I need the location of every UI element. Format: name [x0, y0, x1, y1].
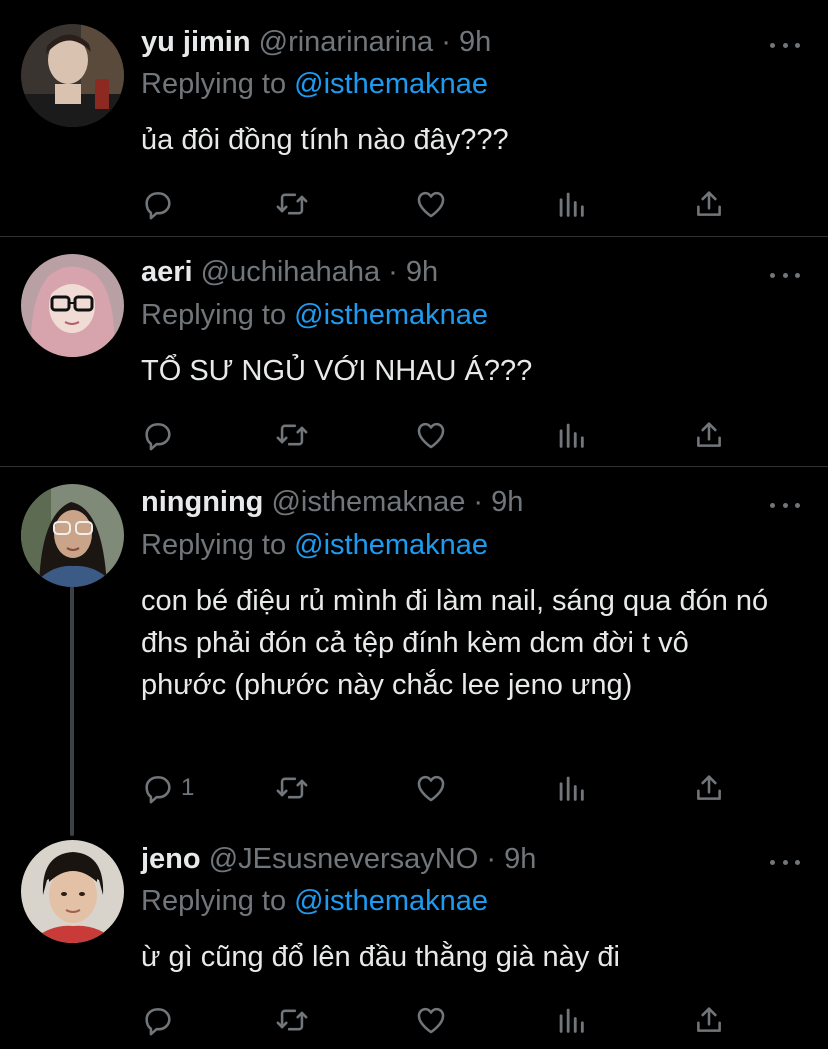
mention-link[interactable]: @isthemaknae: [294, 885, 488, 917]
separator: ·: [486, 843, 497, 875]
share-icon: [697, 191, 721, 216]
display-name[interactable]: yu jimin: [141, 26, 251, 58]
timestamp[interactable]: 9h: [491, 486, 523, 518]
avatar[interactable]: [21, 254, 124, 357]
analytics-icon: [559, 192, 584, 217]
share-icon: [697, 775, 721, 800]
retweet-icon: [276, 193, 308, 215]
avatar[interactable]: [21, 484, 124, 587]
user-handle[interactable]: @isthemaknae: [271, 486, 465, 518]
analytics-button[interactable]: [554, 186, 588, 222]
like-button[interactable]: [414, 1002, 448, 1038]
share-button[interactable]: [692, 417, 726, 453]
reply-button[interactable]: 1: [141, 770, 194, 806]
replying-to-label: Replying to: [141, 299, 287, 331]
analytics-icon: [559, 776, 584, 801]
display-name[interactable]: jeno: [141, 843, 201, 875]
action-bar: [141, 417, 731, 453]
like-button[interactable]: [414, 417, 448, 453]
retweet-button[interactable]: [274, 1002, 310, 1038]
tweet-header: aeri @uchihahaha · 9h: [141, 254, 438, 290]
tweet-header: ningning @isthemaknae · 9h: [141, 484, 523, 520]
heart-icon: [417, 1007, 445, 1034]
action-bar: [141, 186, 731, 222]
retweet-button[interactable]: [274, 417, 310, 453]
reply-icon: [145, 192, 171, 220]
tweet-text: ủa đôi đồng tính nào đây???: [141, 124, 509, 156]
tweet-header: yu jimin @rinarinarina · 9h: [141, 24, 491, 60]
reply-button[interactable]: [141, 417, 181, 453]
reply-icon: [145, 776, 171, 804]
share-icon: [697, 422, 721, 447]
mention-link[interactable]: @isthemaknae: [294, 299, 488, 331]
more-icon[interactable]: [770, 35, 800, 55]
like-button[interactable]: [414, 186, 448, 222]
share-button[interactable]: [692, 186, 726, 222]
tweet[interactable]: ningning @isthemaknae · 9h Replying to @…: [0, 467, 828, 837]
tweet[interactable]: aeri @uchihahaha · 9h Replying to @isthe…: [0, 237, 828, 466]
retweet-icon: [276, 1009, 308, 1031]
replying-to: Replying to @isthemaknae: [141, 66, 488, 102]
timestamp[interactable]: 9h: [459, 26, 491, 58]
heart-icon: [417, 422, 445, 449]
separator: ·: [388, 256, 398, 288]
analytics-icon: [559, 1008, 584, 1033]
mention-link[interactable]: @isthemaknae: [294, 529, 488, 561]
timestamp[interactable]: 9h: [406, 256, 438, 288]
share-button[interactable]: [692, 1002, 726, 1038]
like-button[interactable]: [414, 770, 448, 806]
replying-to: Replying to @isthemaknae: [141, 527, 488, 563]
tweet-text: con bé điệu rủ mình đi làm nail, sáng qu…: [141, 585, 769, 701]
separator: ·: [441, 26, 451, 58]
heart-icon: [417, 191, 445, 218]
user-handle[interactable]: @uchihahaha: [201, 256, 380, 288]
reply-button[interactable]: [141, 186, 181, 222]
analytics-button[interactable]: [554, 770, 588, 806]
replying-to-label: Replying to: [141, 885, 287, 917]
separator: ·: [473, 486, 484, 518]
tweet-header: jeno @JEsusneversayNO · 9h: [141, 841, 536, 877]
retweet-button[interactable]: [274, 186, 310, 222]
timestamp[interactable]: 9h: [504, 843, 536, 875]
action-bar: 1: [141, 770, 731, 806]
replying-to: Replying to @isthemaknae: [141, 883, 488, 919]
retweet-button[interactable]: [274, 770, 310, 806]
display-name[interactable]: ningning: [141, 486, 263, 518]
more-icon[interactable]: [770, 852, 800, 872]
mention-link[interactable]: @isthemaknae: [294, 68, 488, 100]
heart-icon: [417, 775, 445, 802]
retweet-icon: [276, 424, 308, 446]
analytics-icon: [559, 423, 584, 448]
tweet-text: ừ gì cũng đổ lên đầu thằng già này đi: [141, 941, 620, 973]
more-icon[interactable]: [770, 265, 800, 285]
action-bar: [141, 1002, 731, 1038]
avatar[interactable]: [21, 24, 124, 127]
reply-icon: [145, 423, 171, 451]
avatar[interactable]: [21, 840, 124, 943]
replying-to-label: Replying to: [141, 68, 287, 100]
user-handle[interactable]: @JEsusneversayNO: [209, 843, 479, 875]
tweet[interactable]: jeno @JEsusneversayNO · 9h Replying to @…: [0, 838, 828, 1049]
replying-to: Replying to @isthemaknae: [141, 297, 488, 333]
reply-count: 1: [181, 774, 195, 801]
retweet-icon: [276, 777, 308, 799]
analytics-button[interactable]: [554, 417, 588, 453]
analytics-button[interactable]: [554, 1002, 588, 1038]
more-icon[interactable]: [770, 495, 800, 515]
reply-icon: [145, 1008, 171, 1036]
display-name[interactable]: aeri: [141, 256, 193, 288]
share-icon: [697, 1007, 721, 1032]
tweet[interactable]: yu jimin @rinarinarina · 9h Replying to …: [0, 0, 828, 236]
user-handle[interactable]: @rinarinarina: [259, 26, 434, 58]
share-button[interactable]: [692, 770, 726, 806]
replying-to-label: Replying to: [141, 529, 287, 561]
tweet-text: TỔ SƯ NGỦ VỚI NHAU Á???: [141, 355, 533, 387]
reply-button[interactable]: [141, 1002, 181, 1038]
